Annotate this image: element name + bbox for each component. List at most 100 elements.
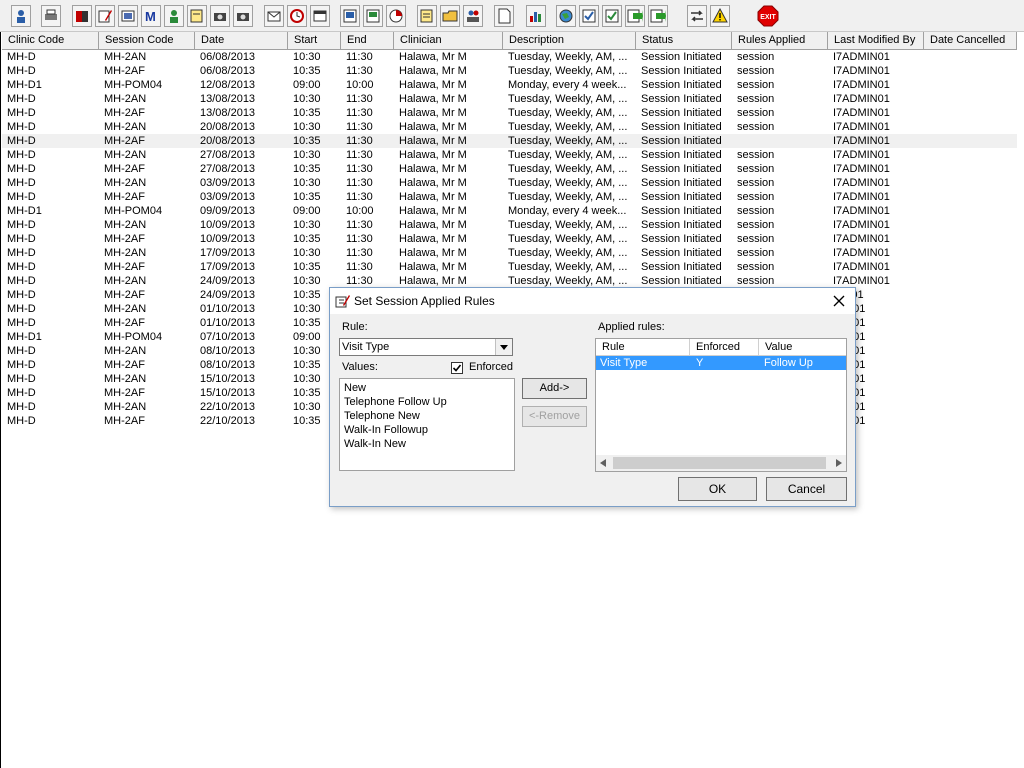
green-arrow-button[interactable] — [625, 5, 645, 27]
applied-col-value[interactable]: Value — [759, 339, 846, 355]
cancel-button[interactable]: Cancel — [766, 477, 847, 501]
column-header-rules-applied[interactable]: Rules Applied — [732, 32, 828, 49]
table-cell: 10:35 — [293, 107, 321, 119]
table-row[interactable]: MH-D MH-2AF 03/09/2013 10:35 11:30 Halawa, Mr… — [2, 190, 1017, 204]
table-cell: I7ADMIN01 — [833, 51, 890, 63]
people-button[interactable] — [463, 5, 483, 27]
column-header-description[interactable]: Description — [503, 32, 636, 49]
close-icon[interactable] — [831, 293, 847, 309]
applied-col-enforced[interactable]: Enforced — [690, 339, 759, 355]
table-cell — [929, 120, 1016, 134]
column-header-date-cancelled[interactable]: Date Cancelled — [924, 32, 1017, 49]
people-icon — [467, 10, 479, 22]
table-cell: MH-D — [7, 317, 36, 329]
applied-col-rule[interactable]: Rule — [596, 339, 690, 355]
add-button[interactable]: Add-> — [522, 378, 587, 399]
table-cell: 24/09/2013 — [200, 275, 256, 287]
checklist2-button[interactable] — [602, 5, 622, 27]
table-row[interactable]: MH-D MH-2AF 27/08/2013 10:35 11:30 Halawa, Mr… — [2, 162, 1017, 176]
table-cell: session — [737, 191, 775, 203]
column-header-start[interactable]: Start — [288, 32, 341, 49]
table-row[interactable]: MH-D MH-2AF 10/09/2013 10:35 11:30 Halawa, Mr… — [2, 232, 1017, 246]
table-cell: 12/08/2013 — [200, 79, 256, 91]
table-row[interactable]: MH-D MH-2AN 03/09/2013 10:30 11:30 Halawa, Mr… — [2, 176, 1017, 190]
book-button[interactable] — [72, 5, 92, 27]
values-list-item[interactable]: Walk-In Followup — [344, 423, 428, 437]
values-label: Values: — [342, 361, 378, 373]
mail-button[interactable] — [264, 5, 284, 27]
table-row[interactable]: MH-D MH-2AN 17/09/2013 10:30 11:30 Halawa, Mr… — [2, 246, 1017, 260]
table-row[interactable]: MH-D1 MH-POM04 12/08/2013 09:00 10:00 Halawa,… — [2, 78, 1017, 92]
table-cell: session — [737, 261, 775, 273]
table-cell: MH-D — [7, 401, 36, 413]
exit-button[interactable]: EXIT — [757, 5, 779, 27]
table-cell: 10:30 — [293, 247, 321, 259]
doc-button[interactable] — [363, 5, 383, 27]
camera2-button[interactable] — [233, 5, 253, 27]
column-header-clinician[interactable]: Clinician — [394, 32, 503, 49]
notepad-button[interactable] — [417, 5, 437, 27]
m-button[interactable]: M — [141, 5, 161, 27]
ok-button[interactable]: OK — [678, 477, 757, 501]
table-row[interactable]: MH-D MH-2AN 06/08/2013 10:30 11:30 Halawa, Mr… — [2, 50, 1017, 64]
values-list-item[interactable]: Telephone New — [344, 409, 420, 423]
page-button[interactable] — [494, 5, 514, 27]
image-button[interactable] — [118, 5, 138, 27]
print-button[interactable] — [41, 5, 61, 27]
values-list-item[interactable]: New — [344, 381, 366, 395]
table-cell: 11:30 — [346, 51, 373, 63]
user-search-button[interactable] — [11, 5, 31, 27]
table-row[interactable]: MH-D1 MH-POM04 09/09/2013 09:00 10:00 Halawa,… — [2, 204, 1017, 218]
table-cell: I7ADMIN01 — [833, 205, 890, 217]
table-cell: I7ADMIN01 — [833, 219, 890, 231]
person-button[interactable] — [164, 5, 184, 27]
warning-button[interactable] — [710, 5, 730, 27]
column-header-session-code[interactable]: Session Code — [99, 32, 195, 49]
scroll-right-icon[interactable] — [836, 459, 842, 467]
column-header-status[interactable]: Status — [636, 32, 732, 49]
enforced-checkbox[interactable] — [451, 362, 463, 374]
pencil-doc-button[interactable] — [95, 5, 115, 27]
folder-button[interactable] — [440, 5, 460, 27]
camera-button[interactable] — [210, 5, 230, 27]
table-row[interactable]: MH-D MH-2AN 20/08/2013 10:30 11:30 Halawa, Mr… — [2, 120, 1017, 134]
table-row[interactable]: MH-D MH-2AN 13/08/2013 10:30 11:30 Halawa, Mr… — [2, 92, 1017, 106]
rule-select[interactable]: Visit Type — [339, 338, 513, 356]
swap-button[interactable] — [687, 5, 707, 27]
values-listbox[interactable]: New Telephone Follow Up Telephone New Walk-… — [339, 378, 515, 471]
table-cell: 15/10/2013 — [200, 373, 256, 385]
values-list-item[interactable]: Telephone Follow Up — [344, 395, 447, 409]
globe-button[interactable] — [556, 5, 576, 27]
clock-button[interactable] — [287, 5, 307, 27]
chart-button[interactable] — [386, 5, 406, 27]
column-header-clinic-code[interactable]: Clinic Code — [2, 32, 99, 49]
scroll-left-icon[interactable] — [600, 459, 606, 467]
applied-rules-list[interactable]: Rule Enforced Value Visit Type Y Follow … — [595, 338, 847, 472]
table-row[interactable]: MH-D MH-2AN 27/08/2013 10:30 11:30 Halawa, Mr… — [2, 148, 1017, 162]
grid-button[interactable] — [340, 5, 360, 27]
values-list-item[interactable]: Walk-In New — [344, 437, 406, 451]
bar-chart-button[interactable] — [526, 5, 546, 27]
table-row[interactable]: MH-D MH-2AF 20/08/2013 10:35 11:30 Halawa, Mr… — [2, 134, 1017, 148]
table-row[interactable]: MH-D MH-2AN 10/09/2013 10:30 11:30 Halawa, Mr… — [2, 218, 1017, 232]
green-arrow2-button[interactable] — [648, 5, 668, 27]
table-row[interactable]: MH-D MH-2AF 17/09/2013 10:35 11:30 Halawa, Mr… — [2, 260, 1017, 274]
note-button[interactable] — [187, 5, 207, 27]
column-header-date[interactable]: Date — [195, 32, 288, 49]
table-cell: Halawa, Mr M — [399, 219, 467, 231]
column-header-last-modified-by[interactable]: Last Modified By — [828, 32, 924, 49]
table-cell: MH-2AN — [104, 303, 147, 315]
window-button[interactable] — [310, 5, 330, 27]
image-icon — [121, 10, 135, 22]
table-row[interactable]: MH-D MH-2AF 06/08/2013 10:35 11:30 Halawa, Mr… — [2, 64, 1017, 78]
checklist-button[interactable] — [579, 5, 599, 27]
column-header-end[interactable]: End — [341, 32, 394, 49]
table-cell: 10/09/2013 — [200, 233, 256, 245]
horizontal-scrollbar[interactable] — [596, 455, 846, 471]
scrollbar-thumb[interactable] — [613, 457, 826, 469]
remove-button[interactable]: <-Remove — [522, 406, 587, 427]
applied-rule-row[interactable]: Visit Type Y Follow Up — [596, 356, 846, 370]
chevron-down-icon[interactable] — [495, 339, 512, 355]
table-row[interactable]: MH-D MH-2AF 13/08/2013 10:35 11:30 Halawa, Mr… — [2, 106, 1017, 120]
table-row[interactable]: MH-D MH-2AN 24/09/2013 10:30 11:30 Halawa, Mr… — [2, 274, 1017, 288]
